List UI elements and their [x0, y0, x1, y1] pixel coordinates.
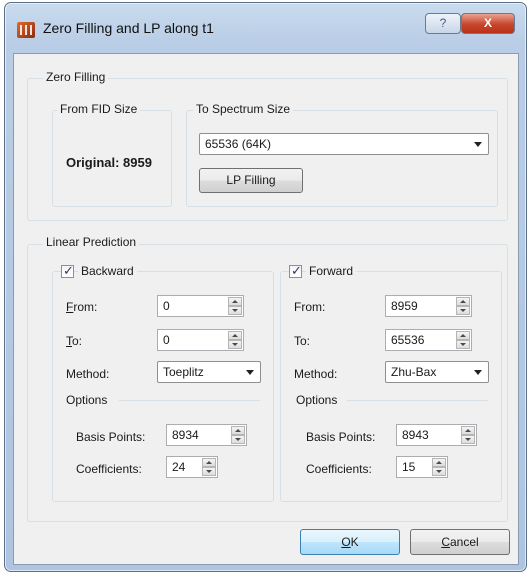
- spin-down-icon[interactable]: [231, 435, 245, 444]
- forward-options-label: Options: [296, 393, 338, 407]
- linear-prediction-title: Linear Prediction: [43, 235, 140, 249]
- spin-up-icon[interactable]: [231, 426, 245, 435]
- spin-down-icon[interactable]: [202, 467, 216, 476]
- forward-checkbox[interactable]: ✓: [289, 263, 302, 278]
- spin-down-icon[interactable]: [456, 306, 470, 315]
- help-button[interactable]: ?: [425, 13, 461, 34]
- spin-up-icon[interactable]: [461, 426, 475, 435]
- forward-basis-points-input[interactable]: 8943: [396, 424, 477, 446]
- backward-to-input[interactable]: 0: [157, 329, 244, 351]
- backward-checkbox[interactable]: ✓: [61, 263, 74, 278]
- from-fid-size-title: From FID Size: [57, 102, 141, 116]
- checkmark-icon: ✓: [63, 263, 74, 278]
- forward-to-input[interactable]: 65536: [385, 329, 472, 351]
- ok-button[interactable]: OK: [300, 529, 400, 555]
- to-spectrum-size-title: To Spectrum Size: [193, 102, 294, 116]
- zero-filling-title: Zero Filling: [43, 70, 109, 84]
- backward-to-label: To:: [66, 334, 83, 348]
- spin-up-icon[interactable]: [228, 297, 242, 306]
- spin-down-icon[interactable]: [228, 340, 242, 349]
- spin-up-icon[interactable]: [456, 297, 470, 306]
- checkmark-icon: ✓: [291, 263, 302, 278]
- spin-up-icon[interactable]: [228, 331, 242, 340]
- forward-coefficients-label: Coefficients:: [306, 462, 372, 476]
- title-bar[interactable]: Zero Filling and LP along t1 ? X: [5, 3, 526, 53]
- dialog-client-area: Zero Filling From FID Size Original: 895…: [13, 53, 519, 565]
- backward-method-label: Method:: [66, 367, 110, 381]
- backward-method-select[interactable]: Toeplitz: [157, 361, 261, 383]
- spin-down-icon[interactable]: [432, 467, 446, 476]
- forward-basis-points-label: Basis Points:: [306, 430, 376, 444]
- spectrum-size-select[interactable]: 65536 (64K): [199, 133, 489, 155]
- chevron-down-icon: [474, 142, 482, 147]
- backward-basis-points-input[interactable]: 8934: [166, 424, 247, 446]
- spin-up-icon[interactable]: [202, 458, 216, 467]
- backward-from-input[interactable]: 0: [157, 295, 244, 317]
- cancel-button[interactable]: Cancel: [410, 529, 510, 555]
- dialog-window: Zero Filling and LP along t1 ? X Zero Fi…: [4, 2, 527, 572]
- original-size-text: Original: 8959: [66, 155, 152, 170]
- forward-coefficients-input[interactable]: 15: [396, 456, 448, 478]
- forward-method-select[interactable]: Zhu-Bax: [385, 361, 489, 383]
- backward-label[interactable]: Backward: [78, 264, 137, 278]
- lp-filling-button[interactable]: LP Filling: [199, 168, 303, 193]
- forward-label[interactable]: Forward: [306, 264, 357, 278]
- spin-down-icon[interactable]: [228, 306, 242, 315]
- spin-down-icon[interactable]: [456, 340, 470, 349]
- spin-down-icon[interactable]: [461, 435, 475, 444]
- forward-options-divider: [347, 400, 488, 401]
- backward-options-label: Options: [66, 393, 108, 407]
- chevron-down-icon: [474, 370, 482, 375]
- chevron-down-icon: [246, 370, 254, 375]
- forward-to-label: To:: [294, 334, 311, 348]
- backward-coefficients-input[interactable]: 24: [166, 456, 218, 478]
- spin-up-icon[interactable]: [456, 331, 470, 340]
- close-button[interactable]: X: [461, 13, 515, 34]
- backward-options-divider: [119, 400, 260, 401]
- spin-up-icon[interactable]: [432, 458, 446, 467]
- app-icon: [17, 22, 35, 38]
- forward-method-label: Method:: [294, 367, 338, 381]
- forward-from-label: From:: [294, 300, 326, 314]
- spectrum-size-value: 65536 (64K): [205, 137, 272, 151]
- window-title: Zero Filling and LP along t1: [43, 20, 214, 36]
- backward-basis-points-label: Basis Points:: [76, 430, 146, 444]
- backward-coefficients-label: Coefficients:: [76, 462, 142, 476]
- backward-from-label: From:: [66, 300, 98, 314]
- forward-from-input[interactable]: 8959: [385, 295, 472, 317]
